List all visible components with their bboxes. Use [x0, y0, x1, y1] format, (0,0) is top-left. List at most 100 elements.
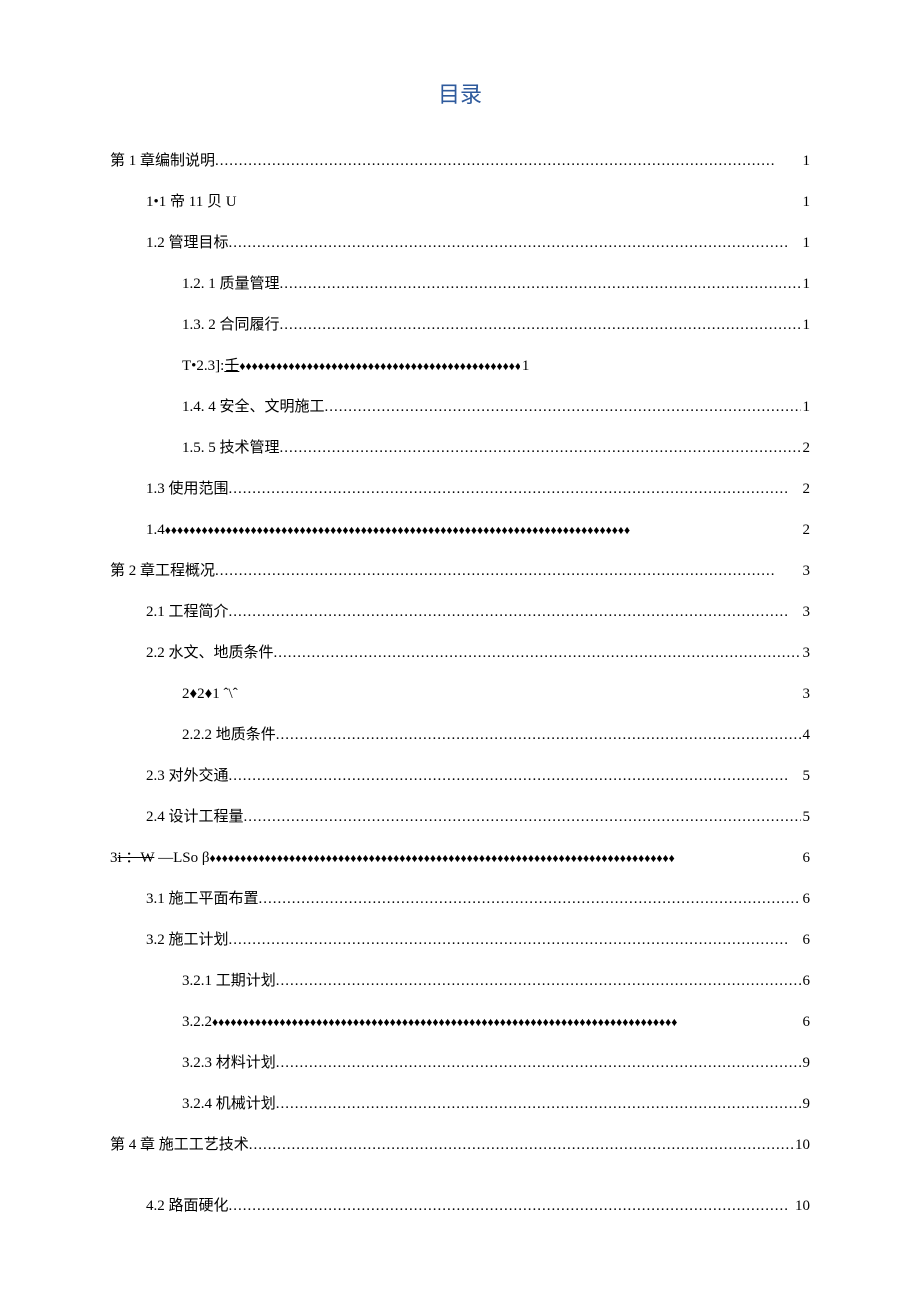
toc-item-1-5-5: 1.5. 5 技术管理 2 [182, 438, 810, 459]
leader-dots [325, 397, 801, 418]
toc-page: 1 [801, 274, 811, 295]
toc-page: 6 [801, 889, 811, 910]
toc-label: 3.2.2 [182, 1012, 212, 1033]
toc-page: 1 [801, 233, 811, 254]
leader-dots [259, 889, 801, 910]
toc-page: 1 [801, 151, 811, 172]
toc-item-3-2-2: 3.2.2 6 [182, 1012, 810, 1033]
toc-page: 1 [801, 192, 811, 213]
toc-label: 1.4 [146, 520, 165, 541]
toc-item-chapter2: 第 2 章工程概况 3 [110, 561, 810, 582]
leader-dots [249, 1135, 793, 1156]
toc-page: 3 [801, 602, 811, 623]
toc-page: 1 [801, 397, 811, 418]
leader-dots [280, 274, 801, 295]
toc-page: 3 [801, 643, 811, 664]
toc-item-1-1: 1•1 帝 11 贝 U 1 [146, 192, 810, 213]
toc-page: 2 [801, 479, 811, 500]
toc-label: 3.2.1 工期计划 [182, 971, 276, 992]
blank-spacer [110, 1176, 810, 1196]
toc-label: 第 2 章工程概况 [110, 561, 215, 582]
toc-item-2-3: 2.3 对外交通 5 [146, 766, 810, 787]
leader-dots [229, 766, 801, 787]
toc-item-chapter1: 第 1 章编制说明 1 [110, 151, 810, 172]
toc-page: 4 [801, 725, 811, 746]
toc-page: 6 [801, 930, 811, 951]
toc-item-3-2-3: 3.2.3 材料计划 9 [182, 1053, 810, 1074]
toc-label: 4.2 路面硬化 [146, 1196, 229, 1217]
toc-item-1-3: 1.3 使用范围 2 [146, 479, 810, 500]
toc-label: 2.2.2 地质条件 [182, 725, 276, 746]
leader-dots [229, 479, 801, 500]
toc-page: 1 [520, 356, 530, 377]
toc-label: 1.2 管理目标 [146, 233, 229, 254]
toc-label: T•2.3]:壬 [182, 356, 239, 377]
toc-label: 1•1 帝 11 贝 U [146, 192, 237, 213]
toc-page: 2 [801, 520, 811, 541]
leader-dots [276, 1053, 801, 1074]
toc-label: 3.2.4 机械计划 [182, 1094, 276, 1115]
toc-item-2-2: 2.2 水文、地质条件 3 [146, 643, 810, 664]
toc-page: 5 [801, 807, 811, 828]
toc-item-chapter3-garbled: 3i ：W —LSo β 6 [110, 848, 810, 869]
toc-label-underline: 壬 [224, 358, 239, 374]
leader-dots [215, 151, 800, 172]
toc-item-1-2-3-garbled: T•2.3]:壬 1 [182, 356, 810, 377]
leader-dots [229, 602, 801, 623]
toc-item-2-1: 2.1 工程简介 3 [146, 602, 810, 623]
leader-dots [229, 930, 801, 951]
leader-diamonds [165, 522, 801, 539]
toc-item-1-2-1: 1.2. 1 质量管理 1 [182, 274, 810, 295]
toc-label: 第 4 章 施工工艺技术 [110, 1135, 249, 1156]
leader-diamonds [239, 358, 520, 375]
toc-label-a: 3 [110, 850, 118, 866]
leader-dots [244, 807, 801, 828]
toc-label-pre: T•2.3]: [182, 358, 224, 374]
toc-page: 9 [801, 1094, 811, 1115]
toc-page: 1 [801, 315, 811, 336]
toc-label: 2.1 工程简介 [146, 602, 229, 623]
toc-item-chapter4: 第 4 章 施工工艺技术 10 [110, 1135, 810, 1156]
toc-label: 2.3 对外交通 [146, 766, 229, 787]
toc-page: 3 [801, 684, 811, 705]
leader-dots [280, 315, 801, 336]
toc-label: 3i ：W —LSo β [110, 848, 209, 869]
leader-dots [215, 561, 800, 582]
toc-label: 第 1 章编制说明 [110, 151, 215, 172]
leader-dots [274, 643, 801, 664]
toc-label: 2.4 设计工程量 [146, 807, 244, 828]
toc-label-strike: i ：W [118, 850, 155, 866]
toc-label: 3.1 施工平面布置 [146, 889, 259, 910]
toc-item-1-3-2: 1.3. 2 合同履行 1 [182, 315, 810, 336]
toc-item-3-2-1: 3.2.1 工期计划 6 [182, 971, 810, 992]
toc-page: 9 [801, 1053, 811, 1074]
toc-item-3-1: 3.1 施工平面布置 6 [146, 889, 810, 910]
toc-page: 6 [801, 1012, 811, 1033]
leader-dots [276, 1094, 801, 1115]
toc-page: 6 [801, 848, 811, 869]
leader-dots [229, 233, 801, 254]
toc-item-4-2: 4.2 路面硬化 10 [146, 1196, 810, 1217]
toc-page: 5 [801, 766, 811, 787]
toc-item-2-4: 2.4 设计工程量 5 [146, 807, 810, 828]
toc-label: 3.2 施工计划 [146, 930, 229, 951]
leader-diamonds [209, 850, 800, 867]
toc-page: 6 [801, 971, 811, 992]
toc-label: 2♦2♦1 ˆ\ˆ [182, 684, 238, 705]
leader-dots [276, 971, 801, 992]
toc-label: 1.3. 2 合同履行 [182, 315, 280, 336]
toc-item-1-2: 1.2 管理目标 1 [146, 233, 810, 254]
toc-label: 1.2. 1 质量管理 [182, 274, 280, 295]
toc-item-2-2-1: 2♦2♦1 ˆ\ˆ 3 [182, 684, 810, 705]
toc-item-3-2: 3.2 施工计划 6 [146, 930, 810, 951]
toc-page: 10 [793, 1196, 810, 1217]
toc-page: 3 [801, 561, 811, 582]
toc-title: 目录 [110, 80, 810, 111]
toc-page: 10 [793, 1135, 810, 1156]
toc-item-3-2-4: 3.2.4 机械计划 9 [182, 1094, 810, 1115]
toc-label-c: —LSo β [154, 850, 209, 866]
toc-item-2-2-2: 2.2.2 地质条件 4 [182, 725, 810, 746]
leader-dots [229, 1196, 793, 1217]
toc-page: 2 [801, 438, 811, 459]
toc-item-1-4-4: 1.4. 4 安全、文明施工 1 [182, 397, 810, 418]
